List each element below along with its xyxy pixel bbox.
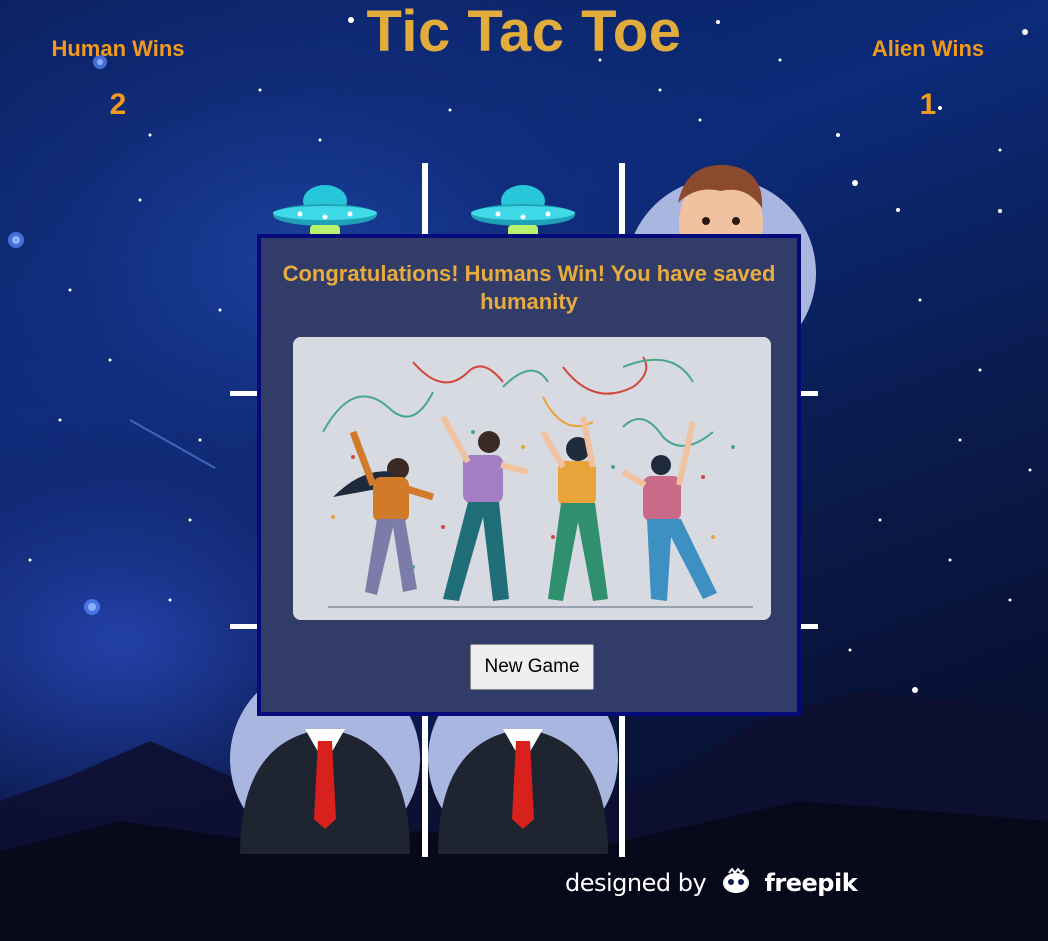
win-message: Congratulations! Humans Win! You have sa… <box>282 261 776 314</box>
alien-score-panel: Alien Wins 1 <box>828 36 1028 122</box>
celebration-illustration <box>293 337 771 620</box>
alien-wins-count: 1 <box>919 88 937 121</box>
freepik-logo-icon <box>721 867 751 900</box>
human-wins-count: 2 <box>109 88 127 121</box>
credit-prefix: designed by <box>565 869 707 897</box>
new-game-button[interactable]: New Game <box>470 644 594 690</box>
designer-credit: designed by freepik <box>565 867 858 900</box>
alien-wins-label: Alien Wins <box>871 36 985 61</box>
win-modal: Congratulations! Humans Win! You have sa… <box>257 234 801 716</box>
dancing-people-image <box>293 337 771 620</box>
credit-brand: freepik <box>764 869 858 897</box>
